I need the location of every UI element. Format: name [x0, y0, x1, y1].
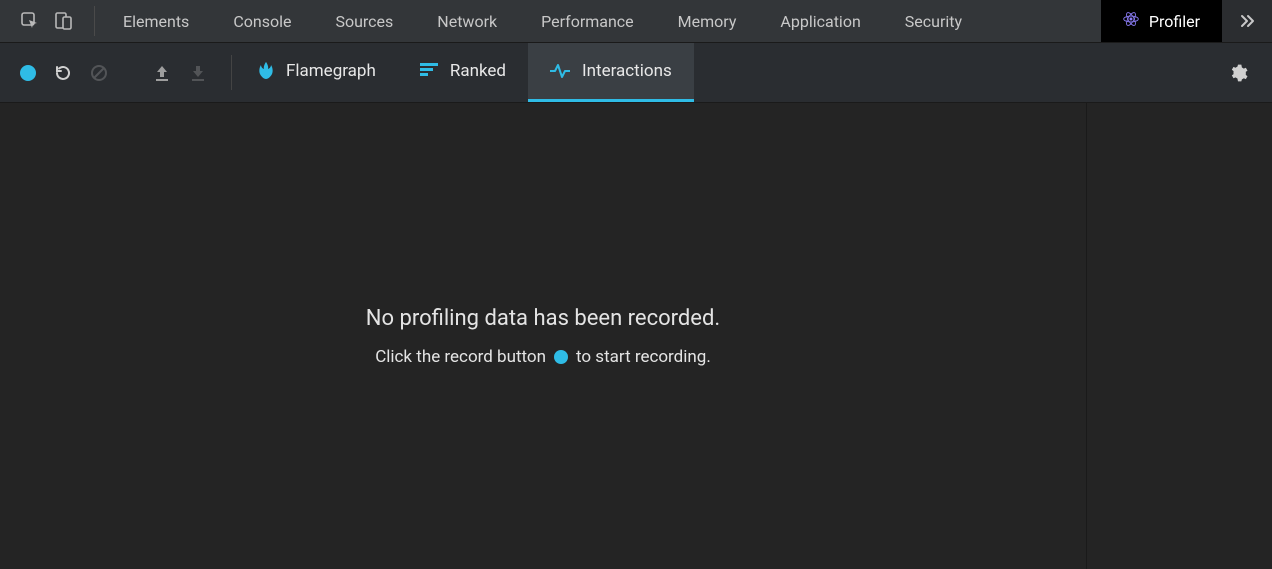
devtools-top-tabs: Elements Console Sources Network Perform…: [0, 0, 1272, 43]
profiler-tool-icons: [0, 43, 227, 102]
profiler-body: No profiling data has been recorded. Cli…: [0, 103, 1272, 569]
devtools-top-left-icons: [0, 0, 88, 42]
reload-icon: [54, 64, 72, 82]
empty-state-title: No profiling data has been recorded.: [366, 306, 720, 331]
ranked-icon: [420, 63, 438, 79]
profiler-main-pane: No profiling data has been recorded. Cli…: [0, 103, 1086, 569]
tab-label: Network: [437, 12, 497, 31]
view-tab-label: Flamegraph: [286, 61, 376, 81]
clear-button[interactable]: [90, 64, 108, 82]
vertical-divider: [94, 6, 95, 36]
chevron-double-right-icon: [1238, 12, 1256, 30]
view-tab-interactions[interactable]: Interactions: [528, 43, 694, 102]
flame-icon: [258, 62, 274, 80]
empty-hint-before: Click the record button: [375, 347, 546, 367]
tab-console[interactable]: Console: [211, 0, 313, 42]
tab-label: Security: [905, 12, 962, 31]
profiler-side-pane: [1086, 103, 1272, 569]
activity-icon: [550, 63, 570, 79]
tab-label: Memory: [678, 12, 737, 31]
toolbar-spacer: [694, 43, 1204, 102]
gear-icon: [1228, 63, 1248, 83]
profiler-toolbar: Flamegraph Ranked Interactions: [0, 43, 1272, 103]
tab-performance[interactable]: Performance: [519, 0, 656, 42]
react-icon: [1123, 11, 1139, 31]
empty-hint-after: to start recording.: [576, 347, 711, 367]
view-tab-label: Ranked: [450, 61, 506, 81]
tab-application[interactable]: Application: [758, 0, 882, 42]
record-dot-icon: [554, 350, 568, 364]
tab-spacer: [984, 0, 1101, 42]
tab-label: Console: [233, 12, 291, 31]
download-icon: [189, 64, 207, 82]
tab-label: Performance: [541, 12, 634, 31]
tab-label: Elements: [123, 12, 189, 31]
vertical-divider: [231, 55, 232, 90]
tab-label: Profiler: [1149, 12, 1200, 31]
tab-security[interactable]: Security: [883, 0, 984, 42]
inspect-element-icon[interactable]: [20, 11, 40, 31]
reload-button[interactable]: [54, 64, 72, 82]
tab-network[interactable]: Network: [415, 0, 519, 42]
view-tab-label: Interactions: [582, 61, 672, 81]
tab-profiler[interactable]: Profiler: [1101, 0, 1222, 42]
tab-memory[interactable]: Memory: [656, 0, 759, 42]
clear-icon: [90, 64, 108, 82]
view-tab-flamegraph[interactable]: Flamegraph: [236, 43, 398, 102]
record-dot-icon: [20, 65, 36, 81]
profiler-settings-button[interactable]: [1204, 43, 1272, 102]
tab-label: Application: [780, 12, 860, 31]
device-toolbar-icon[interactable]: [54, 11, 74, 31]
record-button[interactable]: [20, 65, 36, 81]
save-profile-button[interactable]: [189, 64, 207, 82]
tab-label: Sources: [335, 12, 393, 31]
tab-sources[interactable]: Sources: [313, 0, 415, 42]
empty-state-subtitle: Click the record button to start recordi…: [375, 347, 711, 367]
view-tab-ranked[interactable]: Ranked: [398, 43, 528, 102]
tabs-overflow-button[interactable]: [1222, 0, 1272, 42]
load-profile-button[interactable]: [153, 64, 171, 82]
tab-elements[interactable]: Elements: [101, 0, 211, 42]
upload-icon: [153, 64, 171, 82]
